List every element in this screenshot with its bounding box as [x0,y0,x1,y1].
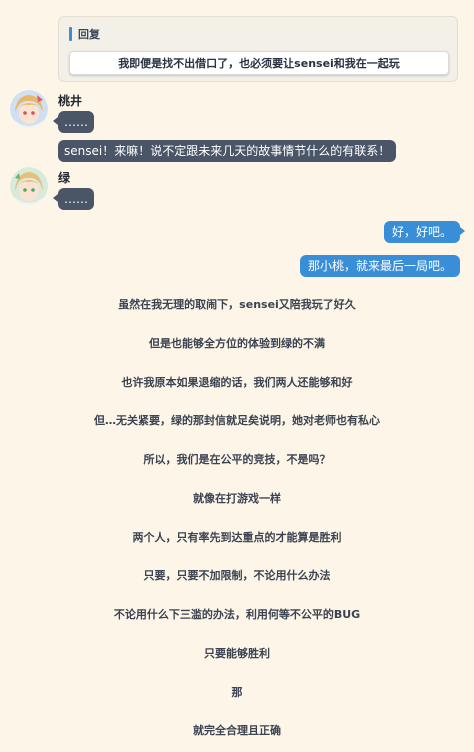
narration-line: 虽然在我无理的取闹下，sensei又陪我玩了好久 [118,298,356,311]
reply-panel: 回复 我即便是找不出借口了，也必须要让sensei和我在一起玩 [58,16,458,82]
narration-line: 那 [231,686,243,699]
narration-line: 但是也能够全方位的体验到绿的不满 [149,337,325,350]
reply-header: 回复 [69,27,100,41]
narration-line: 只要能够胜利 [204,647,270,660]
speaker-name-momoi: 桃井 [58,94,83,108]
message-bubble: …… [53,111,94,133]
narration-line: 就完全合理且正确 [193,724,281,737]
player-message-bubble: 好，好吧。 [383,221,466,243]
speaker-name-midori: 绿 [58,171,71,185]
player-message-bubble: 那小桃，就来最后一局吧。 [299,255,460,277]
reply-option-button[interactable]: 我即便是找不出借口了，也必须要让sensei和我在一起玩 [69,51,449,75]
reply-accent-bar [69,27,72,41]
narration-line: 两个人，只有率先到达重点的才能算是胜利 [132,531,342,544]
midori-avatar [10,167,48,205]
narration-line: 也许我原本如果退缩的话，我们两人还能够和好 [121,376,353,389]
narration-line: 只要，只要不加限制，不论用什么办法 [143,569,331,582]
narration-line: 所以，我们是在公平的竞技，不是吗？ [143,453,331,466]
message-bubble: sensei！来嘛！说不定跟未来几天的故事情节什么的有联系！ [58,140,397,162]
narration-line: 但…无关紧要，绿的那封信就足矣说明，她对老师也有私心 [94,414,380,427]
narration-line: 不论用什么下三滥的办法，利用何等不公平的BUG [113,608,361,621]
momoi-avatar [10,90,48,128]
narration-line: 就像在打游戏一样 [193,492,281,505]
reply-title: 回复 [78,28,100,41]
message-bubble: …… [53,188,94,210]
